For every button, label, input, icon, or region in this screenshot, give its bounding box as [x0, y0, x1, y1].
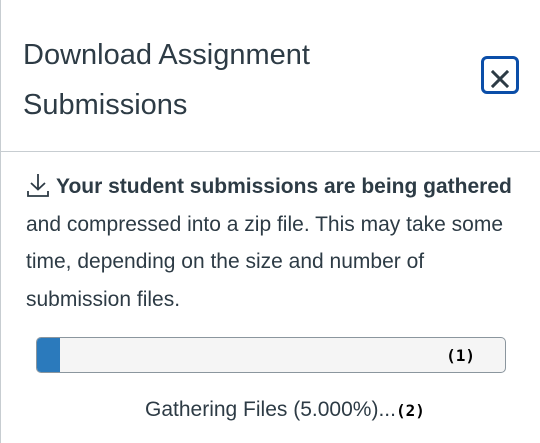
status-line: Gathering Files (5.000%)...(2) — [145, 395, 425, 426]
close-button[interactable] — [481, 56, 519, 94]
dialog-message: Your student submissions are being gathe… — [26, 168, 521, 318]
download-submissions-dialog: Download Assignment Submissions Your stu… — [0, 0, 540, 443]
message-bold-text: Your student submissions are being gathe… — [56, 175, 512, 198]
status-marker: (2) — [395, 401, 425, 420]
dialog-title: Download Assignment Submissions — [23, 39, 310, 121]
close-icon — [491, 69, 509, 88]
progress-marker: (1) — [446, 346, 475, 365]
dialog-header: Download Assignment Submissions — [1, 0, 540, 152]
progress-bar: (1) — [36, 337, 506, 373]
progress-fill — [37, 338, 61, 372]
message-text: and compressed into a zip file. This may… — [26, 212, 504, 311]
download-icon — [27, 174, 49, 197]
status-text: Gathering Files (5.000%)... — [145, 398, 396, 421]
